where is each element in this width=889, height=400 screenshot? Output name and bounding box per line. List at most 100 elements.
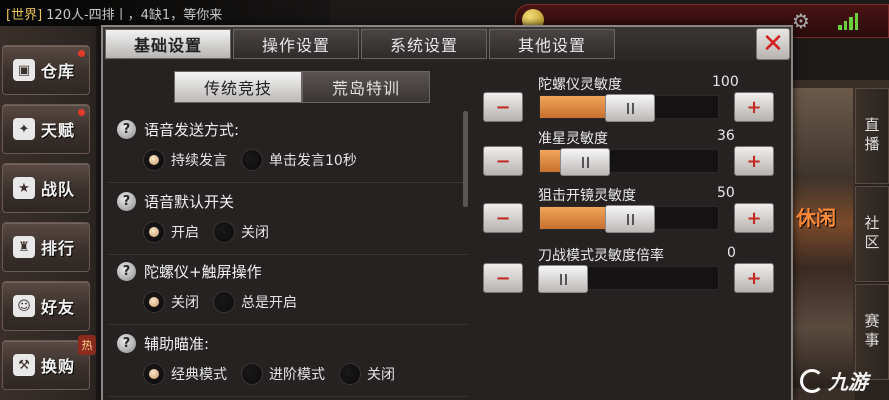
slider-value: 36: [717, 128, 735, 144]
help-icon[interactable]: ?: [117, 262, 136, 281]
radio-option[interactable]: 开启: [143, 221, 199, 243]
radio-unselected-icon[interactable]: [241, 149, 263, 171]
radio-unselected-icon[interactable]: [213, 221, 235, 243]
sidebar-item[interactable]: ★ 战队: [2, 163, 90, 213]
jiuyou-logo-icon: [800, 368, 824, 393]
settings-dialog: 基础设置 操作设置 系统设置 其他设置 ✕ 传统竞技 荒岛特训 ? 语音发送方式:…: [101, 25, 793, 400]
sidebar-item[interactable]: ☺ 好友: [2, 281, 90, 331]
radio-unselected-icon[interactable]: [339, 363, 361, 385]
option-title: ? 语音发送方式:: [117, 119, 239, 140]
radio-group: 开启 关闭: [143, 221, 283, 243]
right-tab-column: 直播 社区 赛事: [855, 88, 889, 400]
option-title-text: 语音默认开关: [144, 193, 235, 211]
gear-icon[interactable]: ⚙: [790, 10, 812, 32]
close-button[interactable]: ✕: [756, 28, 790, 60]
tab-basic-settings[interactable]: 基础设置: [105, 29, 231, 59]
sensitivity-slider: 陀螺仪灵敏度 100 − +: [481, 74, 781, 134]
chat-channel: [世界]: [6, 7, 43, 23]
radio-selected-icon[interactable]: [143, 221, 165, 243]
radio-option[interactable]: 关闭: [213, 221, 269, 243]
help-icon[interactable]: ?: [117, 120, 136, 139]
option-title-text: 辅助瞄准:: [144, 335, 210, 353]
watermark: 九游: [800, 366, 868, 395]
slider-value: 0: [727, 245, 736, 261]
sidebar-item-label: 好友: [41, 298, 76, 317]
right-tab-live[interactable]: 直播: [855, 88, 889, 184]
help-icon[interactable]: ?: [117, 192, 136, 211]
hot-badge: 热: [78, 335, 96, 355]
radio-unselected-icon[interactable]: [241, 363, 263, 385]
slider-track[interactable]: [538, 265, 719, 293]
sidebar-item[interactable]: ♜ 排行: [2, 222, 90, 272]
radio-option[interactable]: 单击发言10秒: [241, 149, 357, 171]
subtab-classic[interactable]: 传统竞技: [174, 71, 302, 103]
radio-unselected-icon[interactable]: [213, 291, 235, 313]
slider-label: 狙击开镜灵敏度: [538, 188, 636, 204]
option-title-text: 陀螺仪+触屏操作: [144, 263, 262, 281]
radio-option[interactable]: 关闭: [143, 291, 199, 313]
radio-selected-icon[interactable]: [143, 363, 165, 385]
team-icon: ★: [13, 177, 35, 199]
option-section: ? 陀螺仪+触屏操作关闭 总是开启: [109, 255, 467, 325]
slider-thumb[interactable]: [605, 94, 655, 122]
watermark-text: 九游: [828, 370, 868, 394]
increase-button[interactable]: +: [734, 263, 774, 293]
sidebar-item[interactable]: ⚒ 换购: [2, 340, 90, 390]
settings-tabbar: 基础设置 操作设置 系统设置 其他设置 ✕: [103, 27, 791, 61]
radio-option[interactable]: 经典模式: [143, 363, 227, 385]
subtab-island[interactable]: 荒岛特训: [302, 71, 430, 103]
radio-label: 总是开启: [241, 295, 297, 311]
sidebar-item-label: 天赋: [41, 121, 76, 140]
radio-option[interactable]: 关闭: [339, 363, 395, 385]
sidebar-item[interactable]: ▣ 仓库: [2, 45, 90, 95]
slider-value: 100: [712, 74, 739, 90]
tab-control-settings[interactable]: 操作设置: [233, 29, 359, 59]
radio-option[interactable]: 进阶模式: [241, 363, 325, 385]
option-title-text: 语音发送方式:: [144, 121, 240, 139]
radio-selected-icon[interactable]: [143, 291, 165, 313]
sidebar-item-label: 换购: [41, 357, 76, 376]
radio-label: 开启: [171, 225, 199, 241]
signal-icon: [838, 12, 858, 30]
radio-group: 关闭 总是开启: [143, 291, 311, 313]
slider-track[interactable]: [539, 205, 719, 233]
slider-thumb[interactable]: [538, 265, 588, 293]
increase-button[interactable]: +: [734, 146, 774, 176]
slider-track[interactable]: [539, 148, 719, 176]
help-icon[interactable]: ?: [117, 334, 136, 353]
decrease-button[interactable]: −: [483, 92, 523, 122]
slider-thumb[interactable]: [560, 148, 610, 176]
radio-group: 持续发言 单击发言10秒: [143, 149, 371, 171]
radio-label: 关闭: [367, 367, 395, 383]
event-banner-image[interactable]: [793, 88, 853, 388]
sidebar-item-label: 排行: [41, 239, 76, 258]
option-title: ? 陀螺仪+触屏操作: [117, 261, 262, 282]
slider-label: 准星灵敏度: [538, 131, 608, 147]
decrease-button[interactable]: −: [483, 263, 523, 293]
tab-system-settings[interactable]: 系统设置: [361, 29, 487, 59]
talent-icon: ✦: [13, 118, 35, 140]
increase-button[interactable]: +: [734, 92, 774, 122]
option-section: ? 语音发送方式: 持续发言 单击发言10秒: [109, 113, 467, 183]
sidebar-item-label: 战队: [41, 180, 76, 199]
scrollbar[interactable]: [463, 111, 468, 207]
slider-label: 陀螺仪灵敏度: [538, 77, 622, 93]
decrease-button[interactable]: −: [483, 203, 523, 233]
sensitivity-slider: 刀战模式灵敏度倍率 0 − +: [481, 245, 781, 305]
radio-label: 经典模式: [171, 367, 227, 383]
right-tab-community[interactable]: 社区: [855, 186, 889, 282]
tab-other-settings[interactable]: 其他设置: [489, 29, 615, 59]
warehouse-icon: ▣: [13, 59, 35, 81]
radio-selected-icon[interactable]: [143, 149, 165, 171]
world-chat-bar[interactable]: [世界] 120人-四排丨，4缺1，等你来: [0, 0, 330, 26]
radio-option[interactable]: 总是开启: [213, 291, 297, 313]
radio-option[interactable]: 持续发言: [143, 149, 227, 171]
slider-thumb[interactable]: [605, 205, 655, 233]
friends-icon: ☺: [13, 295, 35, 317]
sidebar-item[interactable]: ✦ 天赋: [2, 104, 90, 154]
increase-button[interactable]: +: [734, 203, 774, 233]
decrease-button[interactable]: −: [483, 146, 523, 176]
option-title: ? 辅助瞄准:: [117, 333, 209, 354]
radio-label: 进阶模式: [269, 367, 325, 383]
slider-track[interactable]: [539, 94, 719, 122]
